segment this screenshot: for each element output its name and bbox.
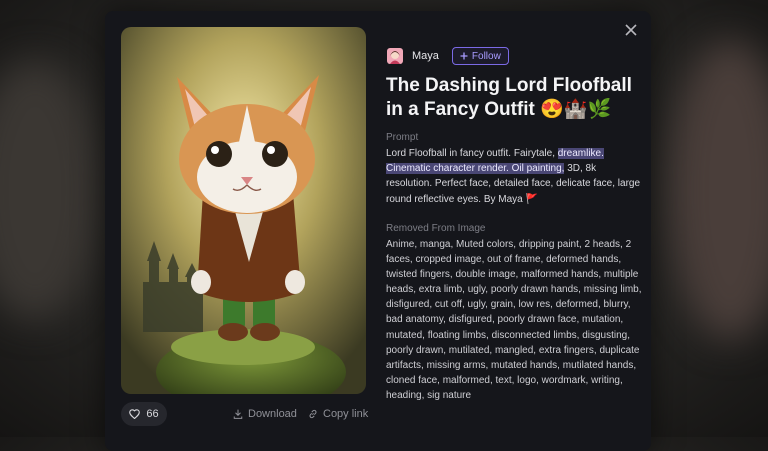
plus-icon xyxy=(460,52,468,60)
copy-link-button[interactable]: Copy link xyxy=(308,408,368,420)
negative-prompt-text: Anime, manga, Muted colors, dripping pai… xyxy=(386,239,642,401)
download-label: Download xyxy=(248,408,297,420)
copy-link-label: Copy link xyxy=(323,408,369,420)
image-title: The Dashing Lord Floofball in a Fancy Ou… xyxy=(386,75,632,120)
download-button[interactable]: Download xyxy=(233,408,297,420)
removed-label: Removed From Image xyxy=(386,223,486,234)
follow-label: Follow xyxy=(471,50,501,62)
avatar[interactable] xyxy=(387,48,403,64)
link-icon xyxy=(309,409,317,419)
close-icon xyxy=(625,24,637,36)
download-icon xyxy=(233,409,243,419)
like-button[interactable]: 66 xyxy=(121,402,167,426)
like-count: 66 xyxy=(146,408,159,420)
author-name[interactable]: Maya xyxy=(412,50,439,62)
image-detail-modal: 66 Download Copy link Maya Follow The Da… xyxy=(105,11,651,451)
prompt-text-start: Lord Floofball in fancy outfit. Fairytal… xyxy=(386,148,558,159)
background-blur xyxy=(0,60,100,320)
close-button[interactable] xyxy=(624,23,638,37)
background-blur xyxy=(670,40,768,340)
prompt-text: Lord Floofball in fancy outfit. Fairytal… xyxy=(386,146,644,207)
artwork-image xyxy=(121,27,366,394)
heart-icon xyxy=(129,409,141,419)
prompt-label: Prompt xyxy=(386,132,419,143)
author-row: Maya Follow xyxy=(387,47,509,65)
follow-button[interactable]: Follow xyxy=(451,47,509,65)
